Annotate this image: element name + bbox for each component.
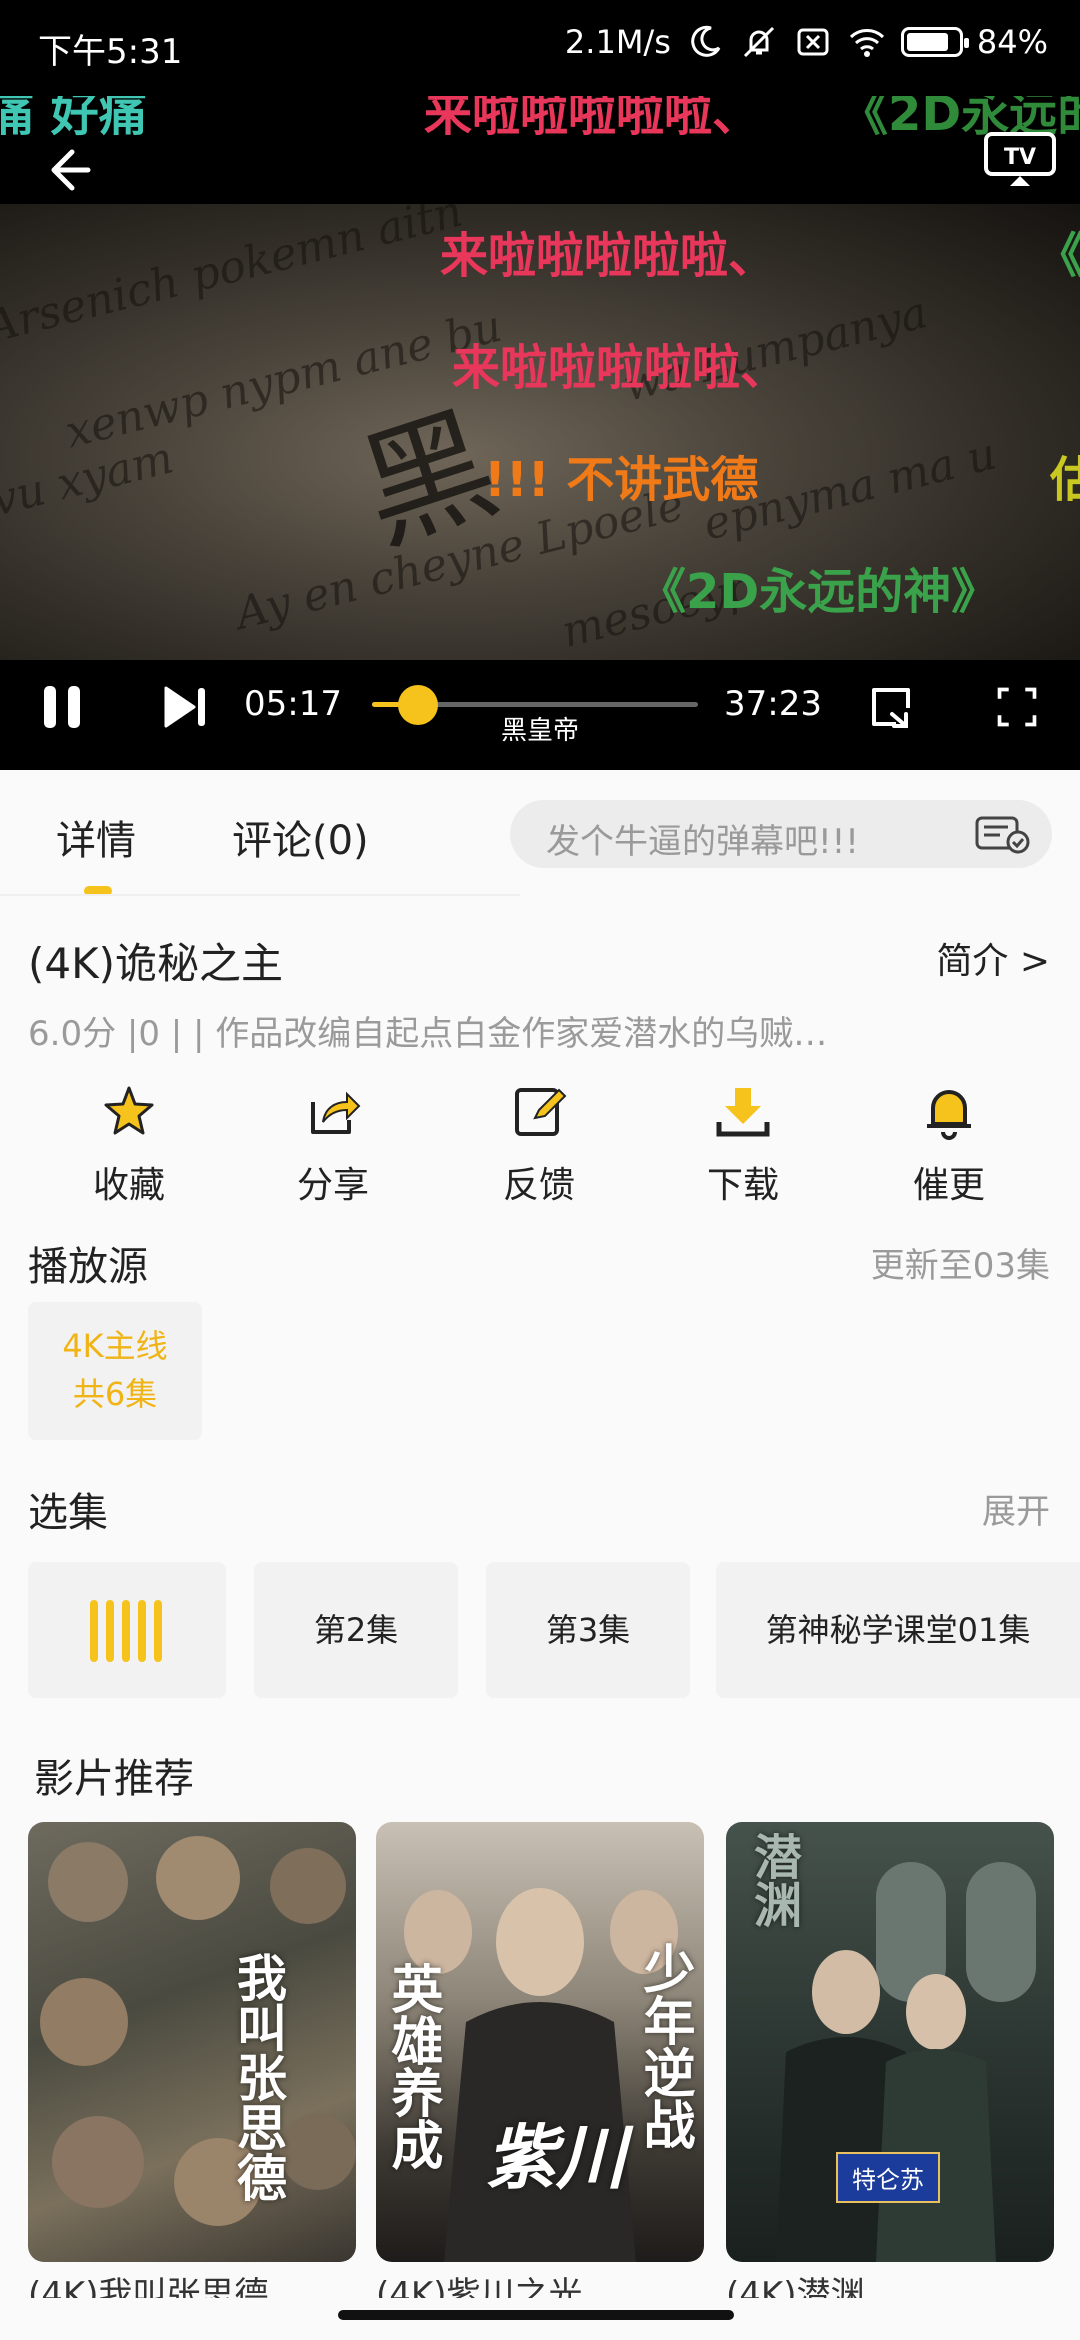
back-arrow-icon[interactable] bbox=[36, 140, 96, 200]
share-icon bbox=[311, 1091, 361, 1134]
intro-link[interactable]: 简介 > bbox=[936, 932, 1050, 984]
download-label: 下载 bbox=[706, 1165, 779, 1206]
recommend-caption: (4K)我叫张思德 bbox=[28, 2275, 269, 2298]
status-icons: 2.1M/s 84% bbox=[565, 22, 1048, 62]
total-time: 37:23 bbox=[724, 684, 822, 724]
playing-indicator-icon bbox=[90, 1600, 162, 1662]
battery-percent: 84% bbox=[976, 23, 1048, 61]
video-meta: 6.0分 |0 | | 作品改编自起点白金作家爱潜水的乌贼… bbox=[28, 1014, 828, 1054]
remind-label: 催更 bbox=[912, 1165, 985, 1206]
episode-item[interactable]: 第神秘学课堂01集 bbox=[716, 1562, 1080, 1698]
recommend-poster[interactable]: 潜渊 特仑苏 bbox=[726, 1822, 1054, 2262]
tv-cast-icon[interactable]: TV bbox=[982, 130, 1058, 190]
poster-title-text: 潜渊 bbox=[745, 1832, 801, 1928]
poster-sponsor-badge: 特仑苏 bbox=[836, 2152, 940, 2203]
source-name: 4K主线 bbox=[62, 1327, 168, 1365]
video-player[interactable]: Arsenich pokemn aitn xenwp nypm ane bu v… bbox=[0, 96, 1080, 770]
source-section-title: 播放源 bbox=[28, 1244, 148, 1290]
detail-tabs: 详情 评论(0) 发个牛逼的弹幕吧!!! bbox=[0, 770, 1080, 896]
expand-episodes[interactable]: 展开 bbox=[982, 1484, 1050, 1533]
episode-item-current[interactable] bbox=[28, 1562, 226, 1698]
star-icon bbox=[104, 1086, 154, 1135]
danmaku-comment: !!! 不讲武德 bbox=[484, 452, 759, 508]
episodes-section-title: 选集 bbox=[28, 1490, 108, 1536]
status-bar: 下午5:31 2.1M/s 84% bbox=[0, 0, 1080, 96]
favorite-button[interactable]: 收藏 bbox=[54, 1082, 204, 1208]
status-time: 下午5:31 bbox=[38, 32, 183, 72]
recommend-caption: (4K)潜渊 bbox=[726, 2275, 865, 2298]
wifi-icon bbox=[849, 29, 884, 57]
source-item-4k[interactable]: 4K主线 共6集 bbox=[28, 1302, 202, 1440]
rotate-screen-icon[interactable] bbox=[866, 682, 916, 732]
battery-icon bbox=[900, 27, 969, 57]
danmaku-comment: 《 bbox=[1036, 228, 1080, 284]
episode-item[interactable]: 第3集 bbox=[486, 1562, 690, 1698]
recommend-caption: (4K)紫川之光 bbox=[376, 2275, 583, 2298]
video-title: (4K)诡秘之主 bbox=[28, 939, 284, 988]
net-speed: 2.1M/s bbox=[564, 23, 671, 61]
danmaku-input[interactable]: 发个牛逼的弹幕吧!!! bbox=[510, 800, 1052, 868]
danmaku-comment: 来啦啦啦啦啦、 bbox=[424, 96, 761, 142]
action-bar: 收藏 分享 反馈 下载 催更 bbox=[0, 1082, 1080, 1212]
bell-off-icon bbox=[743, 26, 774, 58]
sim-off-icon bbox=[797, 28, 829, 56]
recommend-section-title: 影片推荐 bbox=[34, 1756, 194, 1802]
remind-update-button[interactable]: 催更 bbox=[874, 1082, 1024, 1208]
update-status: 更新至03集 bbox=[870, 1246, 1050, 1286]
recommend-poster[interactable]: 英雄养成 紫川 少年逆战 bbox=[376, 1822, 704, 2262]
danmaku-settings-icon[interactable] bbox=[974, 814, 1030, 854]
bell-icon bbox=[927, 1090, 971, 1140]
danmaku-comment: 来啦啦啦啦啦、 bbox=[452, 340, 789, 396]
tab-divider bbox=[0, 894, 520, 896]
share-button[interactable]: 分享 bbox=[258, 1082, 408, 1208]
next-episode-icon[interactable] bbox=[160, 682, 210, 732]
feedback-label: 反馈 bbox=[502, 1165, 575, 1206]
share-label: 分享 bbox=[296, 1165, 369, 1206]
poster-text-right: 少年逆战 bbox=[634, 1942, 695, 2150]
svg-text:TV: TV bbox=[1004, 145, 1036, 170]
danmaku-comment: 来啦啦啦啦啦、 bbox=[440, 228, 777, 284]
pause-icon[interactable] bbox=[38, 682, 88, 732]
episode-item[interactable]: 第2集 bbox=[254, 1562, 458, 1698]
danmaku-comment: 《2D永远的神》 bbox=[638, 564, 1000, 620]
edit-icon bbox=[515, 1088, 567, 1136]
source-episode-count: 共6集 bbox=[72, 1375, 158, 1413]
recommend-poster[interactable]: 我叫张思德 bbox=[28, 1822, 356, 2262]
poster-text-left: 英雄养成 bbox=[382, 1962, 443, 2170]
moon-icon bbox=[691, 25, 721, 57]
danmaku-comment: 《 bbox=[1060, 328, 1080, 398]
download-button[interactable]: 下载 bbox=[668, 1082, 818, 1208]
tab-comments[interactable]: 评论(0) bbox=[232, 808, 369, 866]
current-time: 05:17 bbox=[244, 684, 342, 724]
danmaku-input-placeholder: 发个牛逼的弹幕吧!!! bbox=[546, 822, 859, 862]
tab-details[interactable]: 详情 bbox=[56, 808, 136, 866]
fullscreen-icon[interactable] bbox=[994, 684, 1040, 730]
favorite-label: 收藏 bbox=[92, 1165, 165, 1206]
download-icon bbox=[716, 1088, 770, 1137]
feedback-button[interactable]: 反馈 bbox=[464, 1082, 614, 1208]
home-indicator[interactable] bbox=[338, 2310, 734, 2320]
danmaku-comment: 痛 好痛 bbox=[0, 96, 147, 142]
danmaku-comment: 估 bbox=[1050, 452, 1080, 508]
progress-knob[interactable] bbox=[397, 685, 438, 725]
poster-text-center: 紫川 bbox=[486, 2116, 626, 2199]
poster-title-text: 我叫张思德 bbox=[229, 1952, 288, 2202]
progress-bar[interactable] bbox=[372, 685, 698, 725]
